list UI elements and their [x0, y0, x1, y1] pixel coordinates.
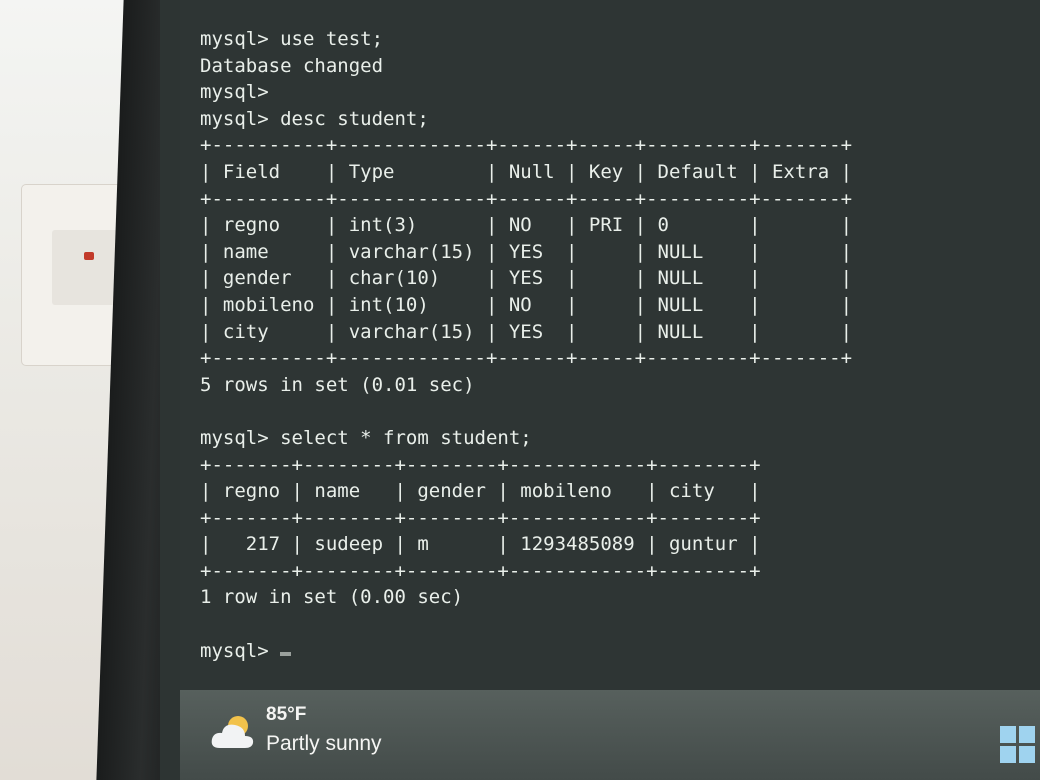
terminal-line: +----------+-------------+------+-----+-… — [200, 347, 853, 370]
terminal-line: Database changed — [200, 54, 384, 77]
terminal-line: | mobileno | int(10) | NO | | NULL | | — [200, 293, 853, 316]
socket-indicator — [84, 252, 94, 260]
weather-condition[interactable]: Partly sunny — [266, 732, 382, 756]
terminal-line: mysql> select * from student; — [200, 426, 532, 449]
terminal-line: | city | varchar(15) | YES | | NULL | | — [200, 320, 853, 343]
terminal-lines: mysql> use test; Database changed mysql>… — [200, 28, 852, 608]
terminal-line: | Field | Type | Null | Key | Default | … — [200, 160, 853, 183]
terminal-line: mysql> use test; — [200, 28, 384, 50]
terminal-prompt: mysql> — [200, 639, 281, 662]
terminal-line: | name | varchar(15) | YES | | NULL | | — [200, 240, 853, 263]
weather-temperature[interactable]: 85°F — [266, 704, 306, 726]
terminal-line: 1 row in set (0.00 sec) — [200, 586, 464, 609]
terminal-window[interactable]: mysql> use test; Database changed mysql>… — [180, 0, 1040, 690]
terminal-line: | regno | name | gender | mobileno | cit… — [200, 480, 761, 503]
terminal-line: mysql> desc student; — [200, 107, 429, 130]
terminal-line: +-------+--------+--------+------------+… — [200, 453, 761, 476]
terminal-line: | 217 | sudeep | m | 1293485089 | guntur… — [200, 533, 761, 556]
terminal-line: 5 rows in set (0.01 sec) — [200, 373, 475, 396]
cloud-sun-icon[interactable] — [210, 712, 256, 752]
terminal-line: | gender | char(10) | YES | | NULL | | — [200, 267, 853, 290]
terminal-line: +----------+-------------+------+-----+-… — [200, 187, 853, 210]
terminal-line: +----------+-------------+------+-----+-… — [200, 134, 853, 157]
terminal-line: +-------+--------+--------+------------+… — [200, 506, 761, 529]
windows-start-icon[interactable] — [1000, 726, 1036, 764]
terminal-line: mysql> — [200, 81, 269, 104]
terminal-line: | regno | int(3) | NO | PRI | 0 | | — [200, 214, 853, 237]
taskbar: 85°F Partly sunny — [180, 690, 1040, 780]
terminal-output: mysql> use test; Database changed mysql>… — [200, 26, 852, 664]
terminal-cursor[interactable] — [280, 651, 292, 656]
terminal-line: +-------+--------+--------+------------+… — [200, 559, 761, 582]
